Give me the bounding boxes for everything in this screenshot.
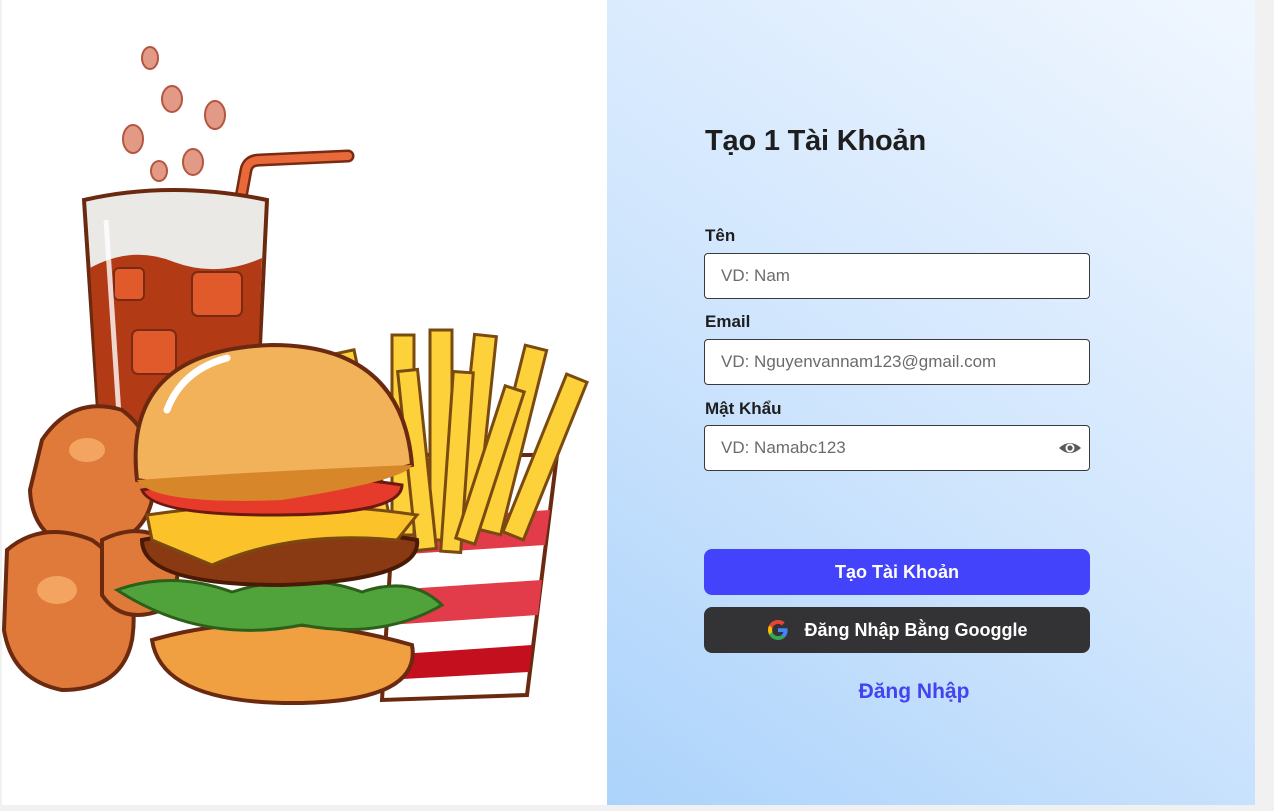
burger — [113, 342, 445, 706]
password-input[interactable] — [705, 426, 1035, 470]
email-input[interactable] — [705, 340, 1035, 384]
illustration-panel — [2, 0, 607, 805]
create-account-button[interactable]: Tạo Tài Khoản — [704, 549, 1090, 595]
password-label: Mật Khẩu — [705, 399, 782, 418]
login-link[interactable]: Đăng Nhập — [704, 680, 1124, 704]
eye-icon[interactable] — [1057, 436, 1083, 460]
name-field-box — [704, 253, 1090, 299]
signup-page: Tạo 1 Tài Khoản Tên Email Mật Khẩu Tạo T… — [2, 0, 1255, 805]
password-field-box — [704, 425, 1090, 471]
google-login-button[interactable]: Đăng Nhập Bằng Googgle — [704, 607, 1090, 653]
name-label: Tên — [705, 226, 736, 245]
google-login-label: Đăng Nhập Bằng Googgle — [804, 619, 1028, 640]
page-title: Tạo 1 Tài Khoản — [705, 125, 926, 157]
name-input[interactable] — [705, 254, 1035, 298]
fast-food-illustration — [2, 46, 589, 706]
email-field-box — [704, 339, 1090, 385]
google-icon — [767, 619, 789, 641]
email-label: Email — [705, 312, 751, 331]
